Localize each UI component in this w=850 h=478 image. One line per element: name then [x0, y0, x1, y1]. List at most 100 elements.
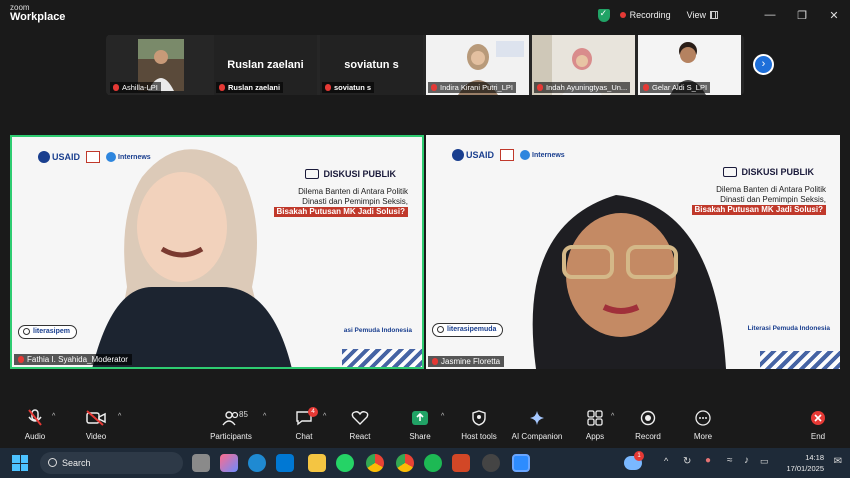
participant-video-feed	[532, 195, 726, 369]
mic-muted-icon	[431, 84, 437, 91]
apps-options-caret[interactable]: ^	[611, 413, 614, 420]
react-label: React	[349, 432, 371, 441]
ai-companion-button[interactable]: AI Companion	[507, 407, 567, 441]
chat-badge: 4	[308, 407, 318, 417]
mic-tray-icon[interactable]: ●	[705, 455, 711, 466]
minimize-button[interactable]: —	[754, 9, 786, 21]
notification-count-badge: 1	[634, 451, 644, 461]
participant-name: Gelar Aldi S_LPI	[640, 82, 711, 93]
active-speaker-video[interactable]: USAID Internews DISKUSI PUBLIK Dilema Ba…	[10, 135, 424, 369]
powerpoint-icon[interactable]	[452, 454, 470, 472]
notification-bell-icon[interactable]: ✉	[834, 456, 842, 467]
sync-icon[interactable]: ↻	[683, 456, 691, 467]
end-meeting-icon	[811, 411, 825, 425]
audio-button[interactable]: Audio	[5, 407, 65, 441]
share-label: Share	[409, 432, 431, 441]
host-tools-button[interactable]: Host tools	[449, 407, 509, 441]
chat-label: Chat	[295, 432, 313, 441]
share-screen-icon	[412, 411, 428, 425]
file-explorer-icon[interactable]	[308, 454, 326, 472]
participant-name: Indira Kirani Putri_LPI	[428, 82, 516, 93]
whatsapp-icon[interactable]	[336, 454, 354, 472]
audio-options-caret[interactable]: ^	[52, 413, 55, 420]
participants-count: 85	[239, 410, 248, 419]
zoom-logo: zoom Workplace	[10, 4, 65, 23]
battery-icon[interactable]: ▭	[760, 456, 769, 467]
participant-tile[interactable]: Ruslan zaelani Ruslan zaelani	[214, 35, 317, 95]
taskbar-clock[interactable]: 14:18 17/01/2025	[786, 452, 824, 474]
participant-name: Ashilla-LPI	[110, 82, 161, 93]
mic-muted-icon	[537, 84, 543, 91]
wifi-icon[interactable]: ≈	[727, 455, 733, 466]
chrome-profile-icon[interactable]	[396, 454, 414, 472]
title-bar: zoom Workplace Recording View — ❐ ✕	[0, 0, 850, 30]
grid-icon	[710, 11, 718, 19]
participant-name-tag: Jasmine Floretta	[428, 356, 505, 367]
participant-strip: Ashilla-LPI Ruslan zaelani Ruslan zaelan…	[106, 35, 744, 95]
heart-icon	[351, 411, 369, 425]
speaker-name-tag: Fathia I. Syahida_Moderator	[14, 354, 132, 365]
volume-icon[interactable]: ♪	[744, 455, 749, 466]
copilot-icon[interactable]	[220, 454, 238, 472]
view-button[interactable]: View	[687, 10, 718, 20]
video-options-caret[interactable]: ^	[118, 413, 121, 420]
zoom-taskbar-icon[interactable]	[512, 454, 530, 472]
participants-button[interactable]: 85 Participants	[201, 407, 261, 441]
view-label: View	[686, 10, 706, 20]
record-icon	[640, 410, 656, 426]
mic-muted-icon	[643, 84, 649, 91]
close-window-button[interactable]: ✕	[818, 9, 850, 22]
mic-muted-icon	[28, 409, 42, 426]
mic-muted-icon	[325, 84, 331, 91]
spotify-icon[interactable]	[424, 454, 442, 472]
mic-muted-icon	[219, 84, 225, 91]
tray-expand-icon[interactable]: ^	[664, 456, 668, 466]
share-options-caret[interactable]: ^	[441, 413, 444, 420]
org-label: Literasi Pemuda Indonesia	[747, 325, 830, 332]
speaker-video-feed	[92, 149, 292, 367]
video-off-icon	[86, 410, 106, 426]
participant-display-name: soviatun s	[344, 59, 399, 71]
participant-tile[interactable]: Ashilla-LPI	[108, 35, 211, 95]
participant-main-video[interactable]: USAID Internews DISKUSI PUBLIK Dilema Ba…	[426, 135, 840, 369]
taskbar-search[interactable]: Search	[40, 452, 183, 474]
record-label: Record	[635, 432, 661, 441]
next-page-button[interactable]: ›	[753, 54, 774, 75]
more-button[interactable]: More	[673, 407, 733, 441]
store-icon[interactable]	[276, 454, 294, 472]
video-label: Video	[85, 432, 107, 441]
clock-time: 14:18	[805, 453, 824, 462]
chat-options-caret[interactable]: ^	[323, 413, 326, 420]
end-label: End	[810, 432, 826, 441]
task-view-icon[interactable]	[192, 454, 210, 472]
usaid-logo: USAID	[452, 149, 494, 161]
recording-indicator[interactable]: Recording	[619, 10, 671, 20]
participant-tile[interactable]: Indira Kirani Putri_LPI	[426, 35, 529, 95]
chrome-icon[interactable]	[366, 454, 384, 472]
brand-line2: Workplace	[10, 11, 66, 23]
apps-button[interactable]: Apps	[565, 407, 625, 441]
edge-icon[interactable]	[248, 454, 266, 472]
decorative-stripes	[342, 349, 422, 367]
social-handle-pill: literasipemuda	[432, 323, 504, 337]
participant-name: Ruslan zaelani	[216, 82, 284, 93]
zoom-app: zoom Workplace Recording View — ❐ ✕	[0, 0, 850, 478]
react-button[interactable]: React	[330, 407, 390, 441]
record-button[interactable]: Record	[618, 407, 678, 441]
restore-button[interactable]: ❐	[786, 9, 818, 22]
participants-options-caret[interactable]: ^	[263, 413, 266, 420]
participants-label: Participants	[210, 432, 252, 441]
participant-name: Indah Ayuningtyas_Un...	[534, 82, 631, 93]
windows-start-icon[interactable]	[12, 455, 28, 471]
video-button[interactable]: Video	[66, 407, 126, 441]
encryption-shield-icon[interactable]	[597, 8, 610, 22]
mic-muted-icon	[113, 84, 119, 91]
participant-tile[interactable]: soviatun s soviatun s	[320, 35, 423, 95]
title-bar-controls: Recording View — ❐ ✕	[597, 0, 850, 30]
participant-tile[interactable]: Indah Ayuningtyas_Un...	[532, 35, 635, 95]
sponsor-logos: USAID Internews	[452, 149, 565, 161]
media-player-icon[interactable]	[482, 454, 500, 472]
end-button[interactable]: End	[788, 407, 848, 441]
partner-logo	[500, 149, 515, 161]
participant-tile[interactable]: Gelar Aldi S_LPI	[638, 35, 741, 95]
